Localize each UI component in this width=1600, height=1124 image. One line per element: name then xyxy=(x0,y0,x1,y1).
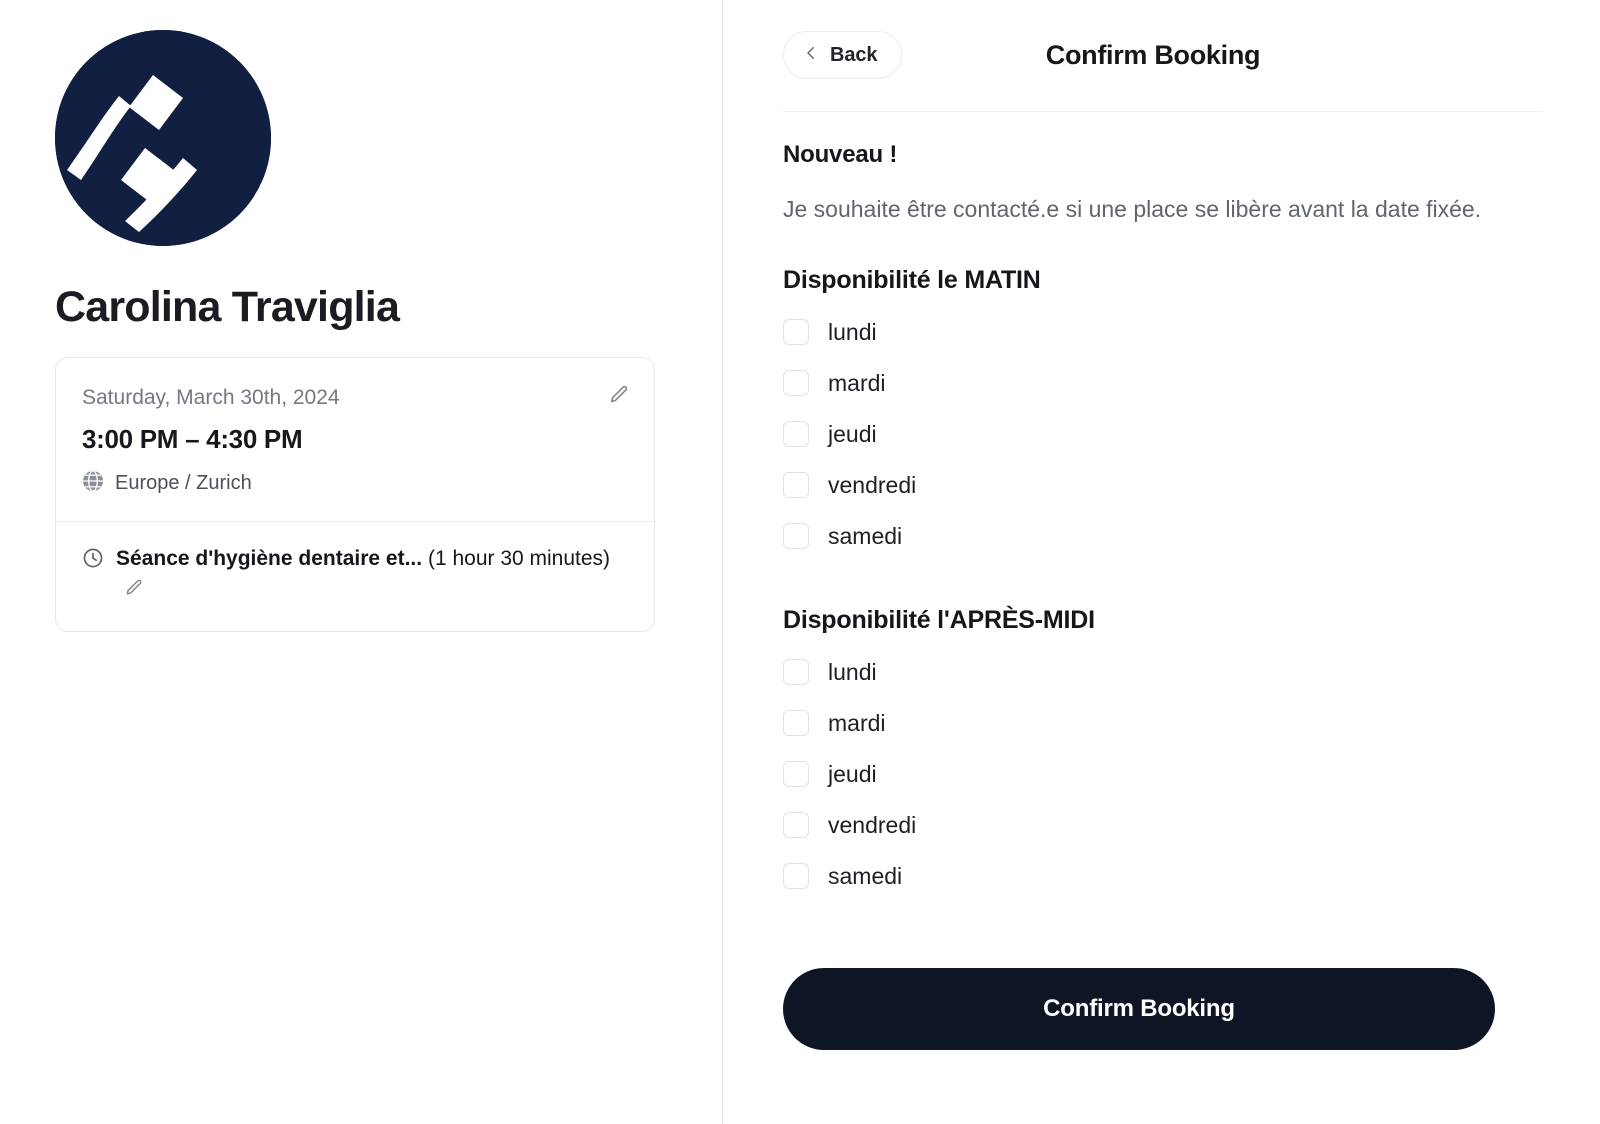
checkbox-afternoon-jeudi[interactable] xyxy=(783,761,809,788)
back-button-label: Back xyxy=(830,43,878,66)
checkbox-label: lundi xyxy=(828,318,877,345)
booking-card-datetime-section: Saturday, March 30th, 2024 3:00 PM – 4:3… xyxy=(56,358,654,520)
checkbox-label: vendredi xyxy=(828,811,917,838)
new-feature-heading: Nouveau ! xyxy=(783,141,898,168)
checkbox-label: mardi xyxy=(828,369,886,396)
checkbox-row-afternoon-samedi[interactable]: samedi xyxy=(783,851,1543,902)
timezone-label: Europe / Zurich xyxy=(115,471,252,494)
left-panel: Carolina Traviglia Saturday, March 30th,… xyxy=(0,0,723,1124)
pencil-icon-edit-event[interactable] xyxy=(124,577,144,597)
checkbox-afternoon-samedi[interactable] xyxy=(783,863,809,890)
checkbox-morning-jeudi[interactable] xyxy=(783,421,809,448)
chevron-left-icon xyxy=(802,44,820,67)
checkbox-row-morning-vendredi[interactable]: vendredi xyxy=(783,460,1543,511)
checkbox-row-morning-samedi[interactable]: samedi xyxy=(783,511,1543,562)
afternoon-availability-heading: Disponibilité l'APRÈS-MIDI xyxy=(783,605,1095,634)
checkbox-afternoon-mardi[interactable] xyxy=(783,710,809,737)
timezone-row: Europe / Zurich xyxy=(82,470,628,497)
checkbox-row-morning-jeudi[interactable]: jeudi xyxy=(783,409,1543,460)
booking-confirmation-page: Carolina Traviglia Saturday, March 30th,… xyxy=(0,0,1600,1124)
checkbox-afternoon-lundi[interactable] xyxy=(783,659,809,686)
right-panel: Back Confirm Booking Nouveau ! Je souhai… xyxy=(723,0,1600,1124)
event-title: Séance d'hygiène dentaire et... xyxy=(116,546,423,570)
checkbox-afternoon-vendredi[interactable] xyxy=(783,812,809,839)
checkbox-label: vendredi xyxy=(828,471,917,498)
checkbox-row-morning-mardi[interactable]: mardi xyxy=(783,358,1543,409)
header-divider xyxy=(783,111,1543,112)
checkbox-row-morning-lundi[interactable]: lundi xyxy=(783,307,1543,358)
confirm-booking-button[interactable]: Confirm Booking xyxy=(783,968,1495,1050)
booking-time-range: 3:00 PM – 4:30 PM xyxy=(82,423,303,454)
booking-card-event-section: Séance d'hygiène dentaire et... (1 hour … xyxy=(56,522,654,631)
checkbox-label: mardi xyxy=(828,709,886,736)
page-header: Back Confirm Booking xyxy=(783,22,1543,88)
morning-availability-heading: Disponibilité le MATIN xyxy=(783,265,1041,294)
event-summary: Séance d'hygiène dentaire et... (1 hour … xyxy=(116,544,630,605)
checkbox-label: lundi xyxy=(828,658,877,685)
checkbox-label: samedi xyxy=(828,522,903,549)
booking-date: Saturday, March 30th, 2024 xyxy=(82,386,340,410)
event-duration: (1 hour 30 minutes) xyxy=(427,546,611,570)
checkbox-label: jeudi xyxy=(828,420,877,447)
checkbox-morning-mardi[interactable] xyxy=(783,370,809,397)
checkbox-row-afternoon-lundi[interactable]: lundi xyxy=(783,647,1543,698)
checkbox-morning-samedi[interactable] xyxy=(783,523,809,550)
booking-card: Saturday, March 30th, 2024 3:00 PM – 4:3… xyxy=(55,357,655,632)
intro-paragraph: Je souhaite être contacté.e si une place… xyxy=(783,196,1482,222)
checkbox-morning-vendredi[interactable] xyxy=(783,472,809,499)
pencil-icon-edit-date[interactable] xyxy=(608,384,630,406)
afternoon-availability-list: lundi mardi jeudi vendredi samedi xyxy=(783,647,1543,902)
toothbrush-circle-logo xyxy=(55,30,271,246)
checkbox-label: jeudi xyxy=(828,760,877,787)
profile-name: Carolina Traviglia xyxy=(55,283,400,331)
checkbox-row-afternoon-vendredi[interactable]: vendredi xyxy=(783,800,1543,851)
checkbox-label: samedi xyxy=(828,862,903,889)
morning-availability-list: lundi mardi jeudi vendredi samedi xyxy=(783,307,1543,562)
checkbox-morning-lundi[interactable] xyxy=(783,319,809,346)
globe-icon xyxy=(82,470,104,497)
back-button[interactable]: Back xyxy=(783,31,903,79)
checkbox-row-afternoon-mardi[interactable]: mardi xyxy=(783,698,1543,749)
checkbox-row-afternoon-jeudi[interactable]: jeudi xyxy=(783,749,1543,800)
clock-icon xyxy=(82,547,104,574)
